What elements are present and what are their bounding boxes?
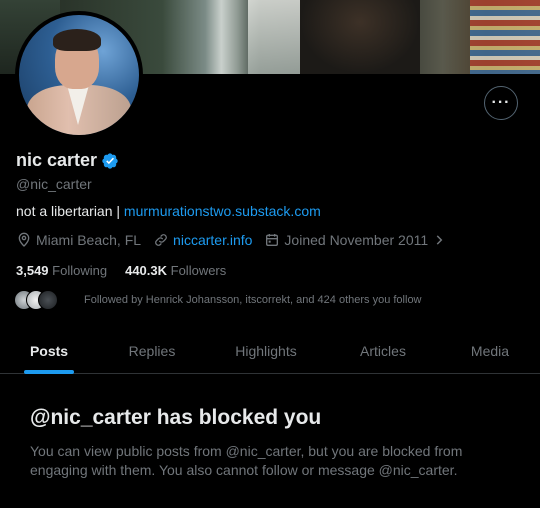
tab-media[interactable]: Media [440, 328, 540, 374]
followers-stat[interactable]: 440.3K Followers [125, 263, 226, 278]
followers-count: 440.3K [125, 263, 168, 278]
tab-label: Posts [29, 343, 69, 359]
profile-handle: @nic_carter [16, 176, 92, 192]
follow-stats: 3,549 Following 440.3K Followers [16, 263, 226, 278]
location-pin-icon [16, 232, 32, 248]
blocked-title: @nic_carter has blocked you [30, 406, 322, 429]
following-stat[interactable]: 3,549 Following [16, 263, 107, 278]
profile-bio: not a libertarian | murmurationstwo.subs… [16, 203, 321, 219]
active-tab-indicator [24, 370, 74, 374]
tab-label: Articles [360, 343, 406, 359]
location-text: Miami Beach, FL [36, 232, 142, 248]
blocked-message: You can view public posts from @nic_cart… [30, 443, 463, 478]
verified-badge-icon[interactable] [101, 152, 119, 170]
following-count: 3,549 [16, 263, 49, 278]
chevron-right-icon[interactable] [432, 233, 446, 247]
profile-avatar[interactable] [15, 11, 143, 139]
bio-text: not a libertarian | [16, 203, 121, 219]
tab-label: Highlights [235, 343, 297, 359]
followed-by[interactable]: Followed by Henrick Johansson, itscorrek… [14, 290, 422, 310]
website-link[interactable]: niccarter.info [173, 232, 252, 248]
tab-label: Media [470, 343, 510, 359]
tab-replies[interactable]: Replies [98, 328, 206, 374]
profile-tabs: Posts Replies Highlights Articles Media [0, 328, 540, 374]
profile-name-row: nic carter [16, 150, 119, 171]
tab-label: Replies [128, 343, 176, 359]
link-icon [153, 232, 169, 248]
followed-by-text: Followed by Henrick Johansson, itscorrek… [84, 294, 422, 306]
tab-posts[interactable]: Posts [0, 328, 98, 374]
profile-name: nic carter [16, 150, 98, 170]
more-horizontal-icon: ··· [491, 94, 511, 111]
profile-meta: Miami Beach, FL niccarter.info Joined No… [16, 232, 458, 248]
followers-label: Followers [170, 263, 227, 278]
tab-highlights[interactable]: Highlights [206, 328, 326, 374]
bio-link[interactable]: murmurationstwo.substack.com [124, 203, 321, 219]
tab-articles[interactable]: Articles [326, 328, 440, 374]
joined-text: Joined November 2011 [284, 232, 429, 248]
following-label: Following [52, 263, 108, 278]
more-options-button[interactable]: ··· [484, 86, 518, 120]
follower-avatar [38, 290, 58, 310]
calendar-icon [264, 232, 280, 248]
